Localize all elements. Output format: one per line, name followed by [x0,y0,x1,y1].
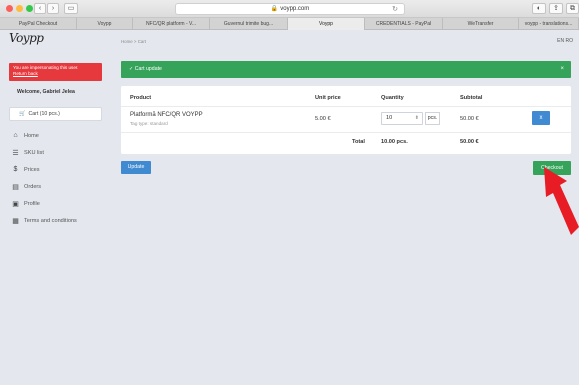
divider [121,106,571,107]
browser-tab[interactable]: NFC/QR platform - V... [133,18,210,30]
browser-tab[interactable]: CREDENTIALS - PayPal [365,18,443,30]
welcome-text: Welcome, Gabriel Jelea [17,89,75,95]
sidebar-item-orders[interactable]: ▤ Orders [11,178,106,195]
sidebar-item-label: SKU list [24,149,44,156]
document-icon: ▤ [12,183,19,191]
sidebar-item-home[interactable]: ⌂ Home [11,127,106,144]
remove-item-button[interactable]: x [532,111,550,125]
sidebar-item-profile[interactable]: ▣ Profile [11,195,106,212]
close-icon[interactable]: × [560,61,564,78]
column-header-subtotal: Subtotal [460,95,483,101]
column-header-unit-price: Unit price [315,95,341,101]
column-header-quantity: Quantity [381,95,404,101]
sidebar-item-terms[interactable]: ▦ Terms and conditions [11,212,106,229]
home-icon: ⌂ [13,132,18,139]
subtotal: 50.00 € [460,116,479,122]
product-tag-type: Tag type: standard [130,121,168,126]
total-label: Total [352,139,365,145]
dollar-icon: $ [13,166,18,173]
sidebar-item-label: Orders [24,183,42,190]
sidebar-item-prices[interactable]: $ Prices [11,161,106,178]
forward-button[interactable]: › [47,3,59,14]
browser-tab[interactable]: WeTransfer [443,18,519,30]
language-switcher[interactable]: EN RO [557,38,573,44]
terms-icon: ▦ [12,217,19,225]
page: Voypp You are impersonating this user. R… [0,31,579,385]
logo[interactable]: Voypp [9,31,44,45]
sidebar-item-label: Prices [24,166,40,173]
reload-icon[interactable]: ↻ [392,4,398,15]
alert-text: Cart update [134,66,162,72]
browser-tab[interactable]: voypp - translations... [519,18,579,30]
column-header-product: Product [130,95,152,101]
maximize-window-button[interactable] [26,5,33,12]
browser-toolbar: ‹ › ▭ 🔒 voypp.com ↻ ◐ ⇪ ⧉ [0,0,579,18]
sidebar-item-label: Home [24,132,39,139]
product-name: Platformă NFC/QR VOYPP [130,112,203,118]
cart-icon: 🛒 [19,111,26,117]
share-icon[interactable]: ⇪ [549,3,563,14]
close-window-button[interactable] [6,5,13,12]
quantity-value: 10 [386,115,393,121]
list-icon: ☰ [12,149,19,157]
unit-label: pcs. [425,112,440,125]
lock-icon: 🔒 [270,6,279,12]
stepper-icon[interactable]: ⬍ [415,113,419,124]
quantity-input[interactable]: 10 ⬍ [381,112,423,125]
window-controls [6,5,33,12]
unit-price: 5.00 € [315,116,331,122]
pointer-arrow-annotation [544,167,579,235]
sidebar-toggle-icon[interactable]: ▭ [64,3,78,14]
sidebar: Voypp You are impersonating this user. R… [0,31,112,385]
cart-table: Product Unit price Quantity Subtotal Pla… [121,86,571,154]
browser-tab[interactable]: Voypp [77,18,133,30]
breadcrumb[interactable]: Home > Cart [121,39,146,44]
back-button[interactable]: ‹ [34,3,46,14]
cart-label: Cart (10 pcs.) [28,111,60,117]
return-back-link[interactable]: Return back [13,71,98,77]
privacy-report-icon[interactable]: ◐ [532,3,546,14]
sidebar-item-sku-list[interactable]: ☰ SKU list [11,144,106,161]
address-bar[interactable]: 🔒 voypp.com ↻ [175,3,405,15]
sidebar-item-label: Profile [24,200,40,207]
total-value: 50.00 € [460,139,479,145]
divider [121,132,571,133]
browser-tab-active[interactable]: Voypp [288,18,365,30]
tabs-overview-icon[interactable]: ⧉ [566,3,579,14]
sidebar-nav: ⌂ Home ☰ SKU list $ Prices ▤ Orders ▣ Profile… [11,127,106,229]
tab-bar: PayPal Checkout Voypp NFC/QR platform - … [0,18,579,30]
sidebar-item-label: Terms and conditions [24,217,77,224]
cart-summary-button[interactable]: 🛒 Cart (10 pcs.) [9,107,102,121]
impersonation-alert: You are impersonating this user. Return … [9,63,102,81]
update-button[interactable]: Update [121,161,151,174]
browser-tab[interactable]: Guvernul trimite bug... [210,18,288,30]
url-text: voypp.com [280,6,310,12]
total-quantity: 10.00 pcs. [381,139,408,145]
id-card-icon: ▣ [12,200,19,208]
cart-update-alert: ✓ Cart update × [121,61,571,78]
browser-tab[interactable]: PayPal Checkout [0,18,77,30]
minimize-window-button[interactable] [16,5,23,12]
